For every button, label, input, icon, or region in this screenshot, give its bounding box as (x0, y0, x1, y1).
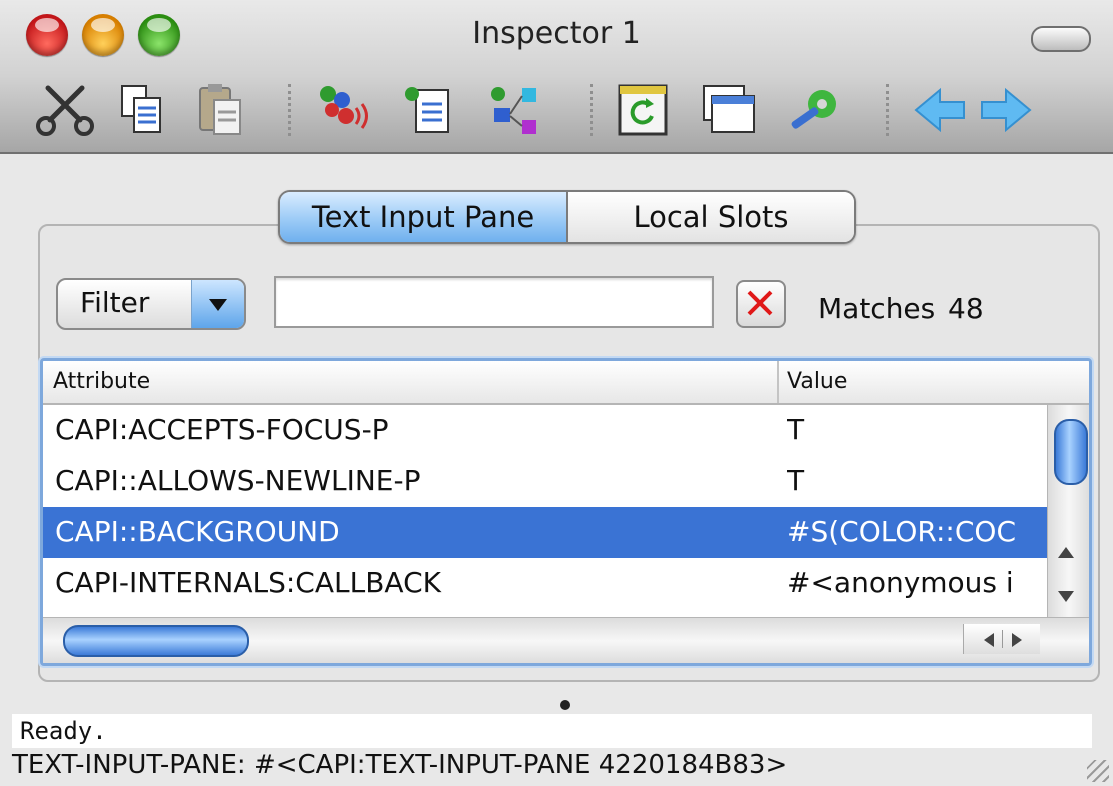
vertical-scroll-thumb[interactable] (1054, 419, 1088, 485)
close-icon (747, 290, 773, 316)
toolbar-toggle-button[interactable] (1031, 26, 1091, 52)
tab-text-input-pane[interactable]: Text Input Pane (280, 192, 568, 242)
attribute-cell: CAPI::ALLOWS-NEWLINE-P (55, 464, 421, 497)
inspector-content: Text Input Pane Local Slots Filter Match… (0, 154, 1113, 710)
cut-button[interactable] (34, 80, 96, 140)
refresh-button[interactable] (612, 80, 674, 140)
class-browser-button[interactable] (484, 80, 546, 140)
document-list-icon (405, 87, 449, 133)
filter-input[interactable] (274, 276, 714, 328)
value-cell: #<anonymous i (787, 566, 1014, 599)
object-signal-icon (320, 86, 368, 129)
toolbar-separator (886, 84, 889, 136)
matches-count: 48 (948, 292, 984, 325)
inspect-object-button[interactable] (312, 80, 374, 140)
scroll-right-arrow-icon[interactable] (1012, 633, 1022, 647)
new-window-button[interactable] (698, 80, 760, 140)
clear-filter-button[interactable] (736, 280, 786, 328)
attribute-cell: CAPI-INTERNALS:CALLBACK (55, 566, 441, 599)
horizontal-scrollbar[interactable] (43, 617, 1089, 663)
copy-button[interactable] (110, 80, 172, 140)
column-divider[interactable] (777, 361, 779, 403)
chevron-down-icon (191, 280, 244, 328)
forward-button[interactable] (974, 80, 1036, 140)
browse-button[interactable] (396, 80, 458, 140)
class-tree-icon (491, 87, 536, 134)
horizontal-scroll-thumb[interactable] (63, 625, 249, 657)
value-cell: #S(COLOR::COC (787, 515, 1016, 548)
scissors-icon (36, 85, 94, 136)
table-row[interactable]: CAPI::ALLOWS-NEWLINE-P T (43, 456, 1047, 507)
filter-mode-label: Filter (80, 286, 150, 319)
attribute-cell: CAPI:ACCEPTS-FOCUS-P (55, 413, 389, 446)
paste-icon (199, 84, 241, 135)
tab-bar: Text Input Pane Local Slots (278, 190, 856, 244)
back-button[interactable] (910, 80, 972, 140)
window-title: Inspector 1 (472, 16, 641, 51)
toolbar-separator (590, 84, 593, 136)
status-message: Ready. (12, 714, 1092, 748)
value-cell: T (787, 413, 805, 446)
table-row[interactable]: CAPI:ACCEPTS-FOCUS-P T (43, 405, 1047, 456)
filter-mode-popup[interactable]: Filter (56, 278, 246, 330)
scroll-down-arrow-icon[interactable] (1058, 591, 1074, 602)
tab-local-slots[interactable]: Local Slots (568, 192, 854, 242)
scroll-button-divider (1002, 630, 1003, 648)
table-body: CAPI:ACCEPTS-FOCUS-P T CAPI::ALLOWS-NEWL… (43, 405, 1047, 611)
attribute-cell: CAPI::BACKGROUND (55, 515, 340, 548)
vertical-scrollbar[interactable] (1047, 405, 1089, 617)
resize-grip-icon[interactable] (1087, 760, 1109, 782)
refresh-icon (618, 84, 668, 136)
column-header-attribute[interactable]: Attribute (53, 369, 150, 394)
toolbar-separator (288, 84, 291, 136)
pane-splitter-handle[interactable] (560, 700, 570, 710)
scroll-up-arrow-icon[interactable] (1058, 547, 1074, 558)
status-area: Ready. TEXT-INPUT-PANE: #<CAPI:TEXT-INPU… (0, 710, 1113, 786)
column-header-value[interactable]: Value (787, 369, 847, 394)
value-cell: T (787, 464, 805, 497)
window-titlebar: Inspector 1 (0, 0, 1113, 154)
copy-icon (121, 85, 161, 133)
arrow-left-icon (914, 87, 965, 133)
table-row-selected[interactable]: CAPI::BACKGROUND #S(COLOR::COC (43, 507, 1047, 558)
window-icon (703, 85, 755, 133)
wrench-gear-icon (791, 90, 836, 129)
scroll-left-arrow-icon[interactable] (984, 633, 994, 647)
matches-label: Matches (818, 292, 936, 325)
paste-button[interactable] (190, 80, 252, 140)
arrow-right-icon (981, 87, 1032, 133)
table-row[interactable]: CAPI-INTERNALS:CALLBACK #<anonymous i (43, 558, 1047, 609)
object-description: TEXT-INPUT-PANE: #<CAPI:TEXT-INPUT-PANE … (12, 750, 788, 780)
attribute-table: Attribute Value CAPI:ACCEPTS-FOCUS-P T C… (40, 358, 1092, 666)
horizontal-scroll-buttons (963, 624, 1040, 654)
preferences-button[interactable] (784, 80, 846, 140)
table-header: Attribute Value (43, 361, 1089, 405)
